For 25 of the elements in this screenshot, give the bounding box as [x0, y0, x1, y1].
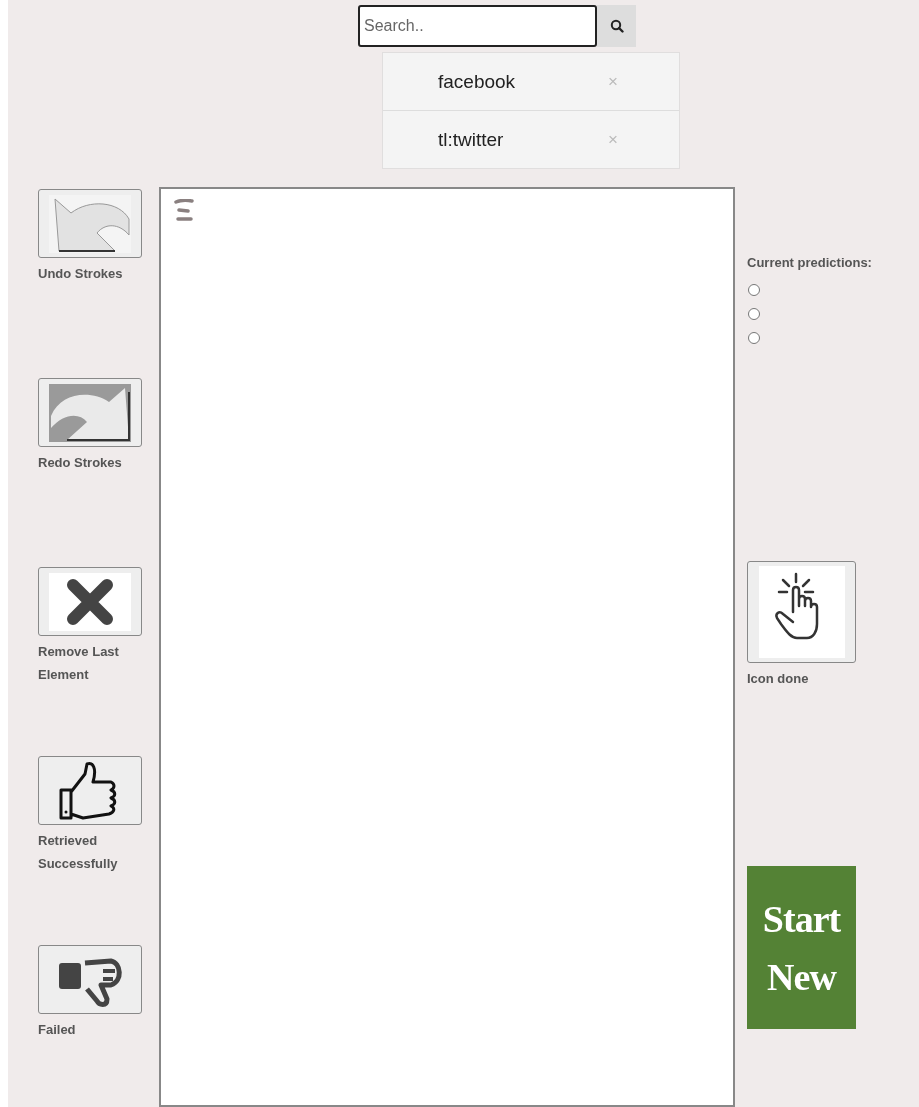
start-new-button[interactable]: Start New [747, 866, 856, 1029]
radio-button[interactable] [748, 332, 760, 344]
suggestion-item[interactable]: facebook [438, 70, 608, 93]
thumbs-down-button[interactable] [38, 945, 142, 1014]
search-button[interactable] [597, 5, 636, 47]
tool-label: Undo Strokes [38, 265, 124, 283]
tool-label: Remove Last Element [38, 643, 120, 684]
tool-label: Failed [38, 1021, 77, 1039]
remove-button[interactable] [38, 567, 142, 636]
thumbs-up-button[interactable] [38, 756, 142, 825]
tool-label: Redo Strokes [38, 454, 123, 472]
tool-label: Retrieved Successfully [38, 832, 119, 873]
icon-done-label: Icon done [747, 670, 810, 688]
radio-button[interactable] [748, 308, 760, 320]
search-icon [609, 19, 624, 33]
close-icon [49, 572, 131, 631]
redo-button[interactable] [38, 378, 142, 447]
stroke-drawing [173, 199, 195, 223]
tap-hand-icon [758, 566, 845, 658]
search-field[interactable]: Search.. [358, 5, 597, 47]
suggestion-item[interactable]: tl:twitter [438, 128, 608, 151]
undo-button[interactable] [38, 189, 142, 258]
radio-button[interactable] [748, 284, 760, 296]
icon-done-button[interactable] [747, 561, 856, 663]
predictions-title: Current predictions: [747, 255, 872, 270]
